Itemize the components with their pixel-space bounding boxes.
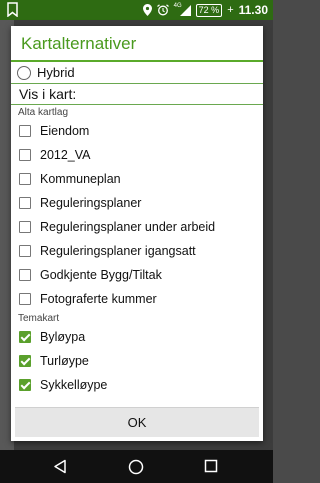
tema-layer-list: Byløypa Turløype Sykkelløype (11, 325, 263, 397)
layer-label: Turløype (40, 354, 89, 368)
checkbox[interactable] (19, 197, 31, 209)
network-type: 4G (173, 3, 191, 16)
section-header-temakart: Temakart (18, 313, 60, 324)
layer-item[interactable]: 2012_VA (11, 143, 263, 167)
section-header-alta: Alta kartlag (18, 107, 69, 118)
dialog-title: Kartalternativer (11, 26, 263, 62)
checkbox-checked[interactable] (19, 355, 31, 367)
layer-item[interactable]: Fotograferte kummer (11, 287, 263, 311)
layer-label: Eiendom (40, 124, 90, 138)
checkbox[interactable] (19, 125, 31, 137)
layer-item[interactable]: Kommuneplan (11, 167, 263, 191)
location-icon (142, 4, 152, 16)
back-icon[interactable] (53, 459, 67, 474)
checkbox-checked[interactable] (19, 379, 31, 391)
layer-item[interactable]: Reguleringsplaner igangsatt (11, 239, 263, 263)
radio-option-label: Hybrid (37, 65, 75, 80)
radio-button-icon[interactable] (17, 65, 31, 80)
checkbox-checked[interactable] (19, 331, 31, 343)
network-type-label: 4G (173, 3, 182, 9)
layer-label: Sykkelløype (40, 378, 108, 392)
layer-label: Godkjente Bygg/Tiltak (40, 268, 162, 282)
checkbox[interactable] (19, 173, 31, 185)
recents-icon[interactable] (204, 459, 218, 473)
checkbox[interactable] (19, 221, 31, 233)
layer-item[interactable]: Sykkelløype (11, 373, 263, 397)
home-icon[interactable] (128, 459, 144, 475)
clock: 11.30 (238, 3, 268, 17)
vis-i-kart-heading: Vis i kart: (11, 84, 263, 105)
battery-icon: 72 % (195, 3, 223, 17)
checkbox[interactable] (19, 245, 31, 257)
layer-item[interactable]: Byløypa (11, 325, 263, 349)
layer-item[interactable]: Reguleringsplaner (11, 191, 263, 215)
layer-item[interactable]: Godkjente Bygg/Tiltak (11, 263, 263, 287)
map-app-icon (7, 2, 18, 17)
checkbox[interactable] (19, 149, 31, 161)
layer-label: Reguleringsplaner igangsatt (40, 244, 196, 258)
layer-label: Kommuneplan (40, 172, 121, 186)
layer-label: Fotograferte kummer (40, 292, 157, 306)
layer-label: 2012_VA (40, 148, 91, 162)
layer-label: Byløypa (40, 330, 86, 344)
layer-label: Reguleringsplaner (40, 196, 142, 210)
alta-layer-list: Eiendom 2012_VA Kommuneplan Reguleringsp… (11, 119, 263, 311)
checkbox[interactable] (19, 293, 31, 305)
radio-option-hybrid[interactable]: Hybrid (11, 62, 263, 84)
layer-item[interactable]: Reguleringsplaner under arbeid (11, 215, 263, 239)
charging-icon: + (227, 4, 234, 16)
navigation-bar (0, 450, 273, 483)
checkbox[interactable] (19, 269, 31, 281)
status-bar: 4G 72 % + 11.30 (0, 0, 273, 20)
map-options-dialog: Kartalternativer Hybrid Vis i kart: Alta… (11, 26, 263, 441)
ok-button[interactable]: OK (15, 407, 259, 437)
layer-item[interactable]: Eiendom (11, 119, 263, 143)
alarm-icon (156, 4, 169, 16)
battery-level: 72 % (198, 4, 220, 15)
layer-item[interactable]: Turløype (11, 349, 263, 373)
layer-label: Reguleringsplaner under arbeid (40, 220, 216, 234)
